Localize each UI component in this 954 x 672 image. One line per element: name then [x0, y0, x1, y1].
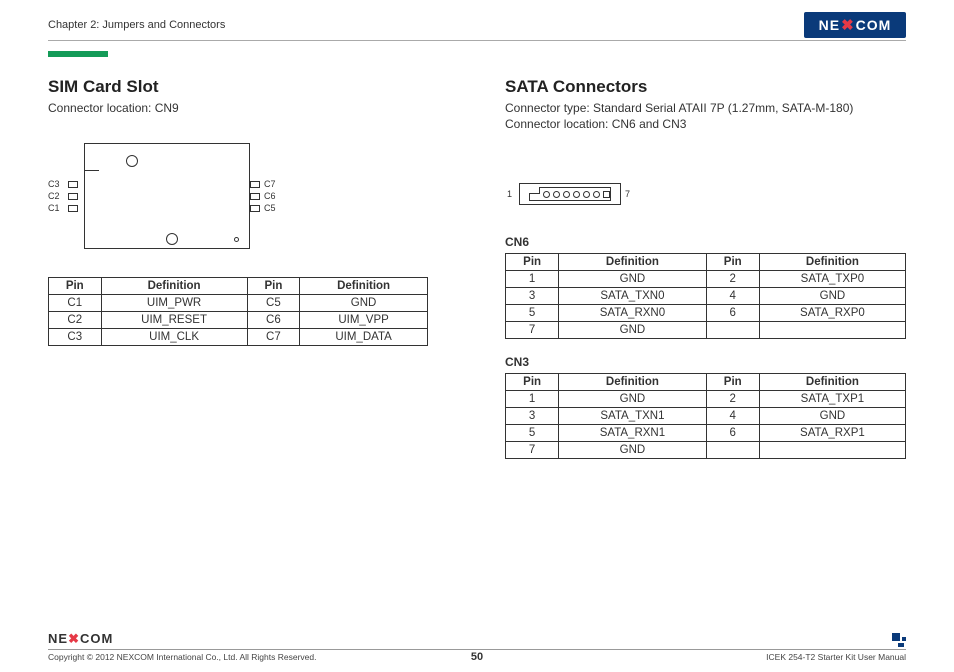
cn3-pin-table: Pin Definition Pin Definition 1GND2SATA_…	[505, 373, 906, 459]
th-def: Definition	[101, 278, 247, 295]
table-row: 7GND	[506, 442, 906, 459]
table-row: 3SATA_TXN04GND	[506, 288, 906, 305]
sata-location: Connector location: CN6 and CN3	[505, 117, 906, 131]
manual-title: ICEK 254-T2 Starter Kit User Manual	[766, 652, 906, 662]
table-row: 5SATA_RXN16SATA_RXP1	[506, 425, 906, 442]
table-row: 7GND	[506, 322, 906, 339]
pin-label-c1: C1	[48, 203, 60, 213]
table-row: 5SATA_RXN06SATA_RXP0	[506, 305, 906, 322]
table-row: C1 UIM_PWR C5 GND	[49, 295, 428, 312]
table-row: 3SATA_TXN14GND	[506, 408, 906, 425]
pin-label-c3: C3	[48, 179, 60, 189]
accent-bar	[48, 51, 108, 57]
sata-diagram: 1 7	[505, 181, 645, 207]
table-row: 1GND2SATA_TXP0	[506, 271, 906, 288]
sata-title: SATA Connectors	[505, 77, 906, 97]
page-number: 50	[471, 651, 483, 663]
footer-squares-icon	[892, 633, 906, 647]
pin-label-c6: C6	[264, 191, 276, 201]
cn6-pin-table: Pin Definition Pin Definition 1GND2SATA_…	[505, 253, 906, 339]
copyright-text: Copyright © 2012 NEXCOM International Co…	[48, 652, 316, 662]
sata-pin7-label: 7	[625, 189, 630, 199]
cn3-title: CN3	[505, 355, 906, 369]
cn6-title: CN6	[505, 235, 906, 249]
th-pin: Pin	[247, 278, 300, 295]
footer-brand-logo: NE✖COM	[48, 631, 113, 647]
sim-diagram: C3 C2 C1 C7 C6 C5	[48, 143, 278, 253]
sim-location: Connector location: CN9	[48, 101, 449, 115]
th-pin: Pin	[49, 278, 102, 295]
sata-type: Connector type: Standard Serial ATAII 7P…	[505, 101, 906, 115]
table-row: C2 UIM_RESET C6 UIM_VPP	[49, 312, 428, 329]
sim-pin-table: Pin Definition Pin Definition C1 UIM_PWR…	[48, 277, 428, 346]
chapter-title: Chapter 2: Jumpers and Connectors	[48, 19, 225, 31]
pin-label-c5: C5	[264, 203, 276, 213]
sata-pin1-label: 1	[507, 189, 512, 199]
table-row: C3 UIM_CLK C7 UIM_DATA	[49, 329, 428, 346]
table-row: 1GND2SATA_TXP1	[506, 391, 906, 408]
sata-section: SATA Connectors Connector type: Standard…	[505, 77, 906, 475]
pin-label-c2: C2	[48, 191, 60, 201]
brand-logo: NE✖COM	[804, 12, 906, 38]
sim-section: SIM Card Slot Connector location: CN9 C3…	[48, 77, 449, 475]
sim-title: SIM Card Slot	[48, 77, 449, 97]
th-def: Definition	[300, 278, 428, 295]
pin-label-c7: C7	[264, 179, 276, 189]
